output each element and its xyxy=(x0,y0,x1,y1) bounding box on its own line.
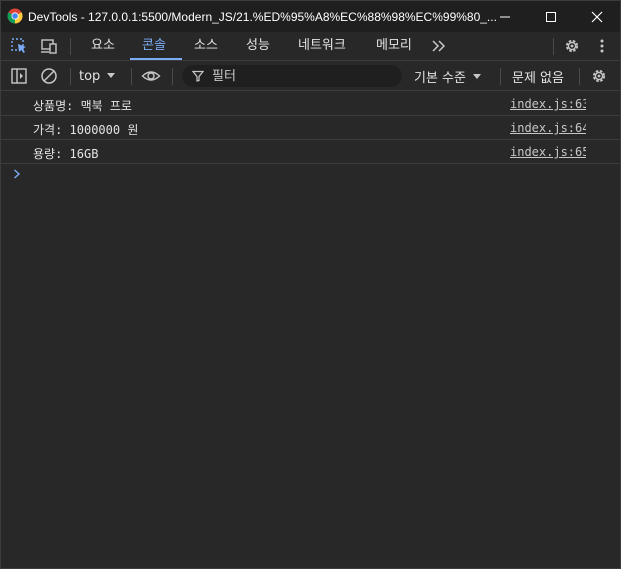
toolbar-divider xyxy=(70,38,71,55)
message-text: 가격: 1000000 원 xyxy=(33,123,139,137)
source-link[interactable]: index.js:63 xyxy=(510,97,586,111)
clear-console-icon[interactable] xyxy=(39,67,59,85)
minimize-button[interactable] xyxy=(482,1,528,32)
tab-sources[interactable]: 소스 xyxy=(182,32,230,60)
live-expression-eye-icon[interactable] xyxy=(141,67,161,85)
toolbar-divider xyxy=(172,68,173,85)
chevron-down-icon xyxy=(107,73,116,78)
settings-gear-icon[interactable] xyxy=(562,37,582,55)
source-link[interactable]: index.js:65 xyxy=(510,145,586,159)
console-messages: 상품명: 맥북 프로 index.js:63 가격: 1000000 원 ind… xyxy=(1,92,620,164)
more-options-icon[interactable] xyxy=(592,37,612,55)
chevron-down-icon xyxy=(472,73,481,79)
filter-field[interactable] xyxy=(182,65,402,87)
filter-input[interactable] xyxy=(212,68,392,84)
tab-network[interactable]: 네트워크 xyxy=(286,32,358,60)
toolbar-divider xyxy=(500,68,501,85)
source-link[interactable]: index.js:64 xyxy=(510,121,586,135)
tab-performance[interactable]: 성능 xyxy=(234,32,282,60)
sidebar-toggle-icon[interactable] xyxy=(9,67,29,85)
title-bar: DevTools - 127.0.0.1:5500/Modern_JS/21.%… xyxy=(1,1,620,32)
log-level-selector[interactable]: 기본 수준 xyxy=(414,67,482,86)
devtools-window: DevTools - 127.0.0.1:5500/Modern_JS/21.%… xyxy=(0,0,621,569)
log-level-label: 기본 수준 xyxy=(414,71,466,86)
console-toolbar: top 기본 수준 문제 없음 xyxy=(1,61,620,91)
tab-elements[interactable]: 요소 xyxy=(79,32,127,60)
toolbar-divider xyxy=(131,68,132,85)
console-message: 용량: 16GB index.js:65 xyxy=(1,140,620,164)
more-tabs-icon[interactable] xyxy=(429,37,449,55)
toolbar-divider xyxy=(579,68,580,85)
filter-funnel-icon xyxy=(192,70,204,82)
window-title: DevTools - 127.0.0.1:5500/Modern_JS/21.%… xyxy=(28,10,497,24)
console-settings-gear-icon[interactable] xyxy=(589,67,609,85)
tab-memory[interactable]: 메모리 xyxy=(364,32,424,60)
console-message: 가격: 1000000 원 index.js:64 xyxy=(1,116,620,140)
message-text: 용량: 16GB xyxy=(33,147,99,161)
active-tab-indicator xyxy=(130,58,182,60)
maximize-button[interactable] xyxy=(528,1,574,32)
panel-tab-bar: 요소 콘솔 소스 성능 네트워크 메모리 xyxy=(1,32,620,61)
close-button[interactable] xyxy=(574,1,620,32)
context-selector[interactable]: top xyxy=(79,67,116,85)
chrome-icon xyxy=(7,8,23,24)
issues-counter[interactable]: 문제 없음 xyxy=(512,67,564,86)
message-text: 상품명: 맥북 프로 xyxy=(33,99,132,113)
toolbar-divider xyxy=(553,38,554,55)
tab-console[interactable]: 콘솔 xyxy=(130,32,178,60)
console-message: 상품명: 맥북 프로 index.js:63 xyxy=(1,92,620,116)
context-label: top xyxy=(79,68,101,84)
inspect-element-icon[interactable] xyxy=(10,37,30,55)
console-prompt-chevron-icon[interactable] xyxy=(13,169,21,179)
device-toolbar-icon[interactable] xyxy=(39,37,59,55)
toolbar-divider xyxy=(70,68,71,85)
